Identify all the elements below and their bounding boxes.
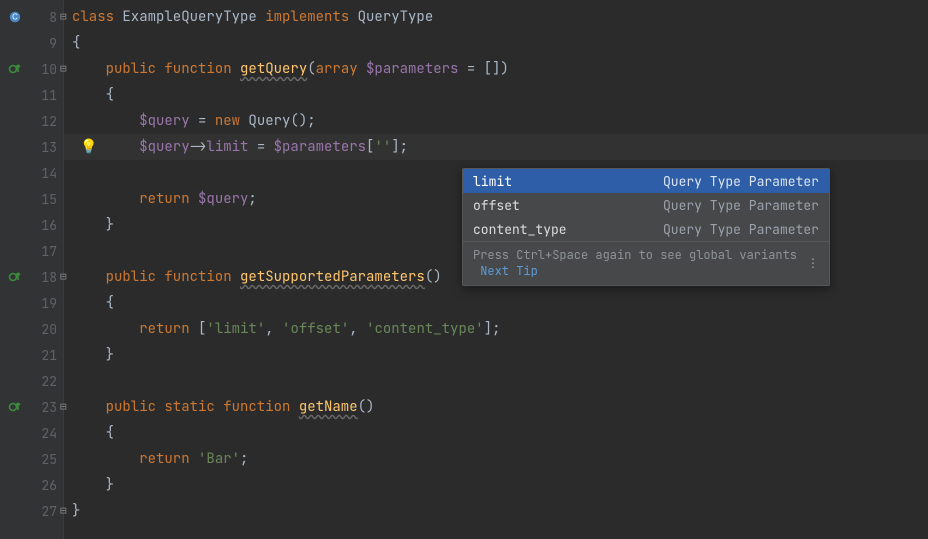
- completion-popup-footer: Press Ctrl+Space again to see global var…: [463, 241, 829, 285]
- line-number: 23: [37, 399, 57, 416]
- line-number: 25: [37, 451, 57, 468]
- code-text: {: [72, 34, 80, 52]
- gutter-line-26[interactable]: 26: [0, 472, 63, 498]
- code-text: }: [72, 502, 80, 520]
- completion-item-name: content_type: [473, 221, 567, 238]
- gutter-line-22[interactable]: 22: [0, 368, 63, 394]
- code-completion-popup[interactable]: limit Query Type Parameter offset Query Typ…: [462, 168, 830, 286]
- completion-item-name: limit: [473, 173, 512, 190]
- line-number: 11: [37, 87, 57, 104]
- gutter-line-27[interactable]: 27: [0, 498, 63, 524]
- line-number: 10: [37, 61, 57, 78]
- code-line-9[interactable]: {: [64, 30, 928, 56]
- gutter-line-24[interactable]: 24: [0, 420, 63, 446]
- line-number: 14: [37, 165, 57, 182]
- more-icon[interactable]: ⋮: [805, 255, 821, 271]
- gutter-line-14[interactable]: 14: [0, 160, 63, 186]
- gutter-line-19[interactable]: 19: [0, 290, 63, 316]
- gutter-line-18[interactable]: 18: [0, 264, 63, 290]
- gutter-line-10[interactable]: 10: [0, 56, 63, 82]
- line-number: 21: [37, 347, 57, 364]
- line-number: 27: [37, 503, 57, 520]
- code-line-25[interactable]: return 'Bar';: [64, 446, 928, 472]
- gutter-line-13[interactable]: 13: [0, 134, 63, 160]
- editor-gutter: C89101112131415161718192021222324252627: [0, 0, 64, 539]
- code-text: public function getSupportedParameters(): [72, 268, 442, 286]
- code-text: public function getQuery(array $paramete…: [72, 60, 509, 78]
- code-line-21[interactable]: }: [64, 342, 928, 368]
- completion-item-type: Query Type Parameter: [663, 221, 819, 238]
- fold-toggle-icon[interactable]: ⊟: [60, 10, 68, 24]
- code-line-20[interactable]: return ['limit', 'offset', 'content_type…: [64, 316, 928, 342]
- line-number: 8: [37, 9, 57, 26]
- override-icon[interactable]: [6, 62, 24, 76]
- line-number: 12: [37, 113, 57, 130]
- gutter-line-17[interactable]: 17: [0, 238, 63, 264]
- next-tip-link[interactable]: Next Tip: [480, 263, 538, 279]
- line-number: 17: [37, 243, 57, 260]
- completion-item-content_type[interactable]: content_type Query Type Parameter: [463, 217, 829, 241]
- line-number: 19: [37, 295, 57, 312]
- code-text: }: [72, 476, 114, 494]
- gutter-line-25[interactable]: 25: [0, 446, 63, 472]
- line-number: 22: [37, 373, 57, 390]
- code-line-8[interactable]: ⊟class ExampleQueryType implements Query…: [64, 4, 928, 30]
- code-line-23[interactable]: ⊟ public static function getName(): [64, 394, 928, 420]
- gutter-line-16[interactable]: 16: [0, 212, 63, 238]
- code-line-27[interactable]: ⊟}: [64, 498, 928, 524]
- code-text: $query->limit = $parameters[''];: [72, 138, 408, 156]
- code-text: $query = new Query();: [72, 112, 316, 130]
- line-number: 13: [37, 139, 57, 156]
- gutter-line-9[interactable]: 9: [0, 30, 63, 56]
- override-icon[interactable]: [6, 400, 24, 414]
- code-text: }: [72, 346, 114, 364]
- fold-toggle-icon[interactable]: ⊟: [60, 504, 68, 518]
- gutter-line-12[interactable]: 12: [0, 108, 63, 134]
- completion-item-type: Query Type Parameter: [663, 197, 819, 214]
- line-number: 18: [37, 269, 57, 286]
- code-line-19[interactable]: {: [64, 290, 928, 316]
- line-number: 9: [37, 35, 57, 52]
- line-number: 16: [37, 217, 57, 234]
- fold-toggle-icon[interactable]: ⊟: [60, 270, 68, 284]
- code-line-12[interactable]: $query = new Query();: [64, 108, 928, 134]
- gutter-line-11[interactable]: 11: [0, 82, 63, 108]
- completion-item-offset[interactable]: offset Query Type Parameter: [463, 193, 829, 217]
- line-number: 15: [37, 191, 57, 208]
- gutter-line-23[interactable]: 23: [0, 394, 63, 420]
- code-line-22[interactable]: [64, 368, 928, 394]
- gutter-line-8[interactable]: C8: [0, 4, 63, 30]
- line-number: 20: [37, 321, 57, 338]
- class-icon[interactable]: C: [6, 10, 24, 24]
- code-line-26[interactable]: }: [64, 472, 928, 498]
- completion-hint-text: Press Ctrl+Space again to see global var…: [473, 247, 797, 263]
- gutter-line-20[interactable]: 20: [0, 316, 63, 342]
- line-number: 26: [37, 477, 57, 494]
- svg-text:C: C: [12, 13, 18, 22]
- intention-bulb-icon[interactable]: 💡: [80, 138, 97, 156]
- fold-toggle-icon[interactable]: ⊟: [60, 400, 68, 414]
- completion-item-type: Query Type Parameter: [663, 173, 819, 190]
- code-line-11[interactable]: {: [64, 82, 928, 108]
- code-text: {: [72, 294, 114, 312]
- line-number: 24: [37, 425, 57, 442]
- editor-code-area[interactable]: ⊟class ExampleQueryType implements Query…: [64, 0, 928, 539]
- code-text: return $query;: [72, 190, 257, 208]
- code-text: {: [72, 424, 114, 442]
- code-text: public static function getName(): [72, 398, 374, 416]
- gutter-line-15[interactable]: 15: [0, 186, 63, 212]
- code-text: }: [72, 216, 114, 234]
- code-line-10[interactable]: ⊟ public function getQuery(array $parame…: [64, 56, 928, 82]
- code-text: {: [72, 86, 114, 104]
- gutter-line-21[interactable]: 21: [0, 342, 63, 368]
- completion-item-name: offset: [473, 197, 520, 214]
- code-line-13[interactable]: 💡 $query->limit = $parameters[''];: [64, 134, 928, 160]
- code-text: return 'Bar';: [72, 450, 248, 468]
- code-text: return ['limit', 'offset', 'content_type…: [72, 320, 500, 338]
- code-line-24[interactable]: {: [64, 420, 928, 446]
- fold-toggle-icon[interactable]: ⊟: [60, 62, 68, 76]
- code-text: class ExampleQueryType implements QueryT…: [72, 8, 433, 26]
- override-icon[interactable]: [6, 270, 24, 284]
- completion-item-limit[interactable]: limit Query Type Parameter: [463, 169, 829, 193]
